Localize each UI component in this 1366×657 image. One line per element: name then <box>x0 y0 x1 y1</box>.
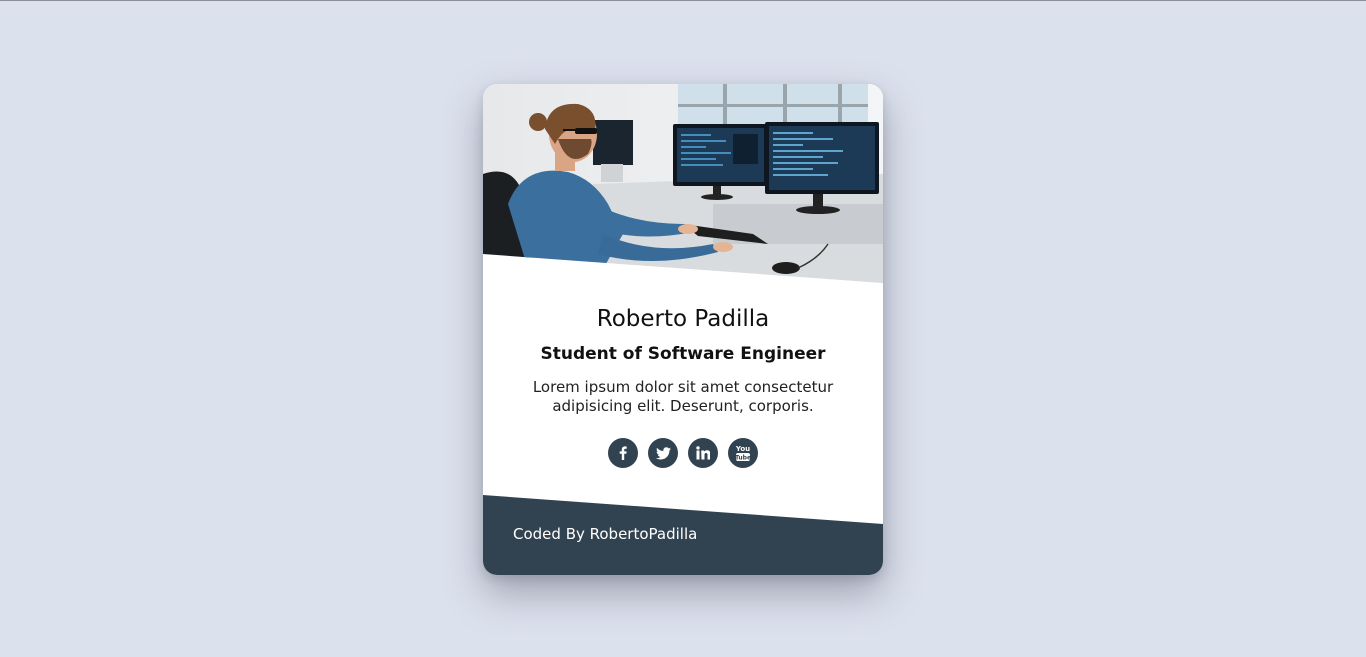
svg-text:Tube: Tube <box>735 455 751 462</box>
social-links: You Tube <box>483 438 883 468</box>
profile-role: Student of Software Engineer <box>540 344 826 364</box>
profile-content: Roberto Padilla Student of Software Engi… <box>483 304 883 468</box>
linkedin-link[interactable] <box>688 438 718 468</box>
profile-name: Roberto Padilla <box>596 306 770 332</box>
profile-card: Roberto Padilla Student of Software Engi… <box>483 84 883 575</box>
svg-text:You: You <box>735 445 750 453</box>
youtube-icon: You Tube <box>735 445 751 462</box>
footer-credit: Coded By RobertoPadilla <box>513 525 698 543</box>
facebook-link[interactable] <box>608 438 638 468</box>
facebook-icon <box>619 446 627 460</box>
twitter-icon <box>655 446 671 459</box>
linkedin-icon <box>696 446 710 460</box>
twitter-link[interactable] <box>648 438 678 468</box>
window-top-border <box>0 0 1366 1</box>
profile-description: Lorem ipsum dolor sit amet consectetur a… <box>532 378 834 415</box>
profile-photo <box>483 84 883 284</box>
youtube-link[interactable]: You Tube <box>728 438 758 468</box>
card-footer: Coded By RobertoPadilla <box>483 495 883 575</box>
